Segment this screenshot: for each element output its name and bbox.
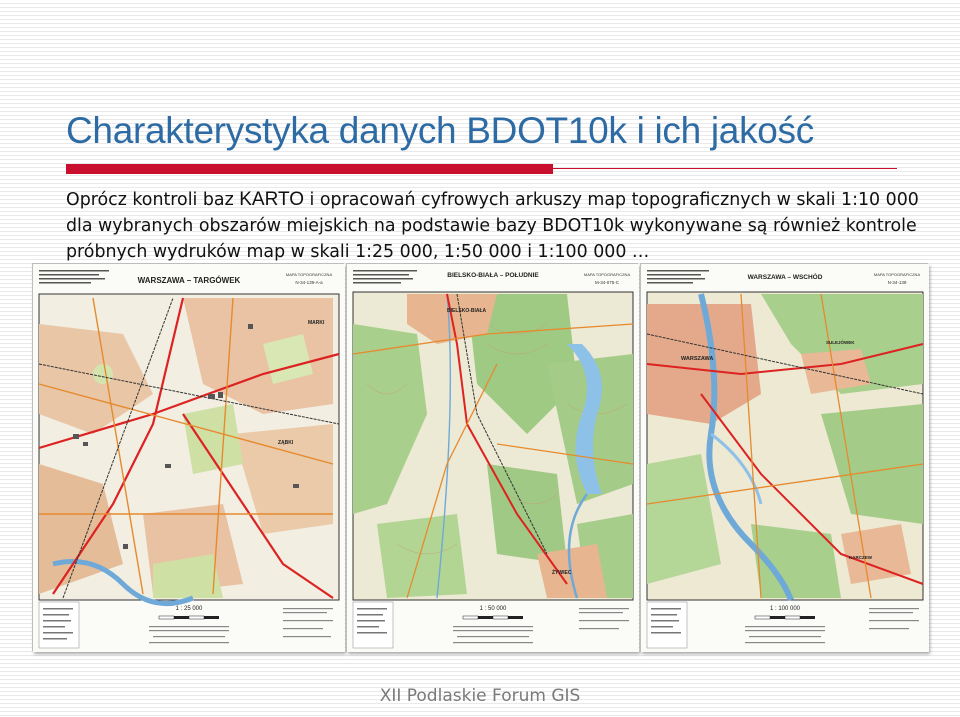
body-keyword-karto: KARTO — [239, 189, 305, 210]
slide-title: Charakterystyka danych BDOT10k i ich jak… — [66, 110, 814, 151]
map3-scale: 1 : 100 000 — [770, 606, 801, 612]
map1-sheet: N-34-139-A-a — [295, 280, 323, 285]
map3-place-karczew: KARCZEW — [849, 555, 873, 560]
map-sheets-image: WARSZAWA – TARGÓWEK MAPA TOPOGRAFICZNA N… — [32, 263, 929, 652]
map3-title: WARSZAWA – WSCHÓD — [748, 272, 823, 281]
map3-sheet: N-34-139 — [888, 280, 907, 285]
title-underline — [66, 162, 897, 176]
body-text-part1: Oprócz kontroli baz — [66, 190, 240, 210]
map-sheet-warszawa-wschod: WARSZAWA – WSCHÓD MAPA TOPOGRAFICZNA N-3… — [640, 263, 929, 652]
body-paragraph: Oprócz kontroli baz KARTO i opracowań cy… — [66, 187, 936, 265]
map3-place-warszawa: WARSZAWA — [681, 356, 713, 362]
title-underline-thick — [66, 164, 553, 174]
map-warszawa-wschod-graphic: WARSZAWA – WSCHÓD MAPA TOPOGRAFICZNA N-3… — [641, 264, 929, 652]
map-bielsko-biala-graphic: BIELSKO-BIAŁA – POŁUDNIE MAPA TOPOGRAFIC… — [347, 264, 639, 652]
map-warszawa-targowek-graphic: WARSZAWA – TARGÓWEK MAPA TOPOGRAFICZNA N… — [33, 264, 345, 652]
map1-title: WARSZAWA – TARGÓWEK — [138, 276, 241, 285]
map2-series: MAPA TOPOGRAFICZNA — [584, 272, 631, 277]
map3-place-sulejowek: SULEJÓWEK — [826, 338, 855, 345]
map1-place-marki: MARKI — [308, 320, 325, 326]
map2-sheet: M-34-075-C — [595, 280, 620, 285]
map1-series: MAPA TOPOGRAFICZNA — [286, 272, 333, 277]
map-sheet-warszawa-targowek: WARSZAWA – TARGÓWEK MAPA TOPOGRAFICZNA N… — [32, 263, 345, 652]
map2-title: BIELSKO-BIAŁA – POŁUDNIE — [447, 272, 539, 279]
map2-scale: 1 : 50 000 — [480, 606, 507, 612]
body-keyword-bdot: BDOT10k — [542, 216, 625, 236]
map3-series: MAPA TOPOGRAFICZNA — [874, 272, 921, 277]
footer-text: XII Podlaskie Forum GIS — [379, 686, 581, 706]
map-sheet-bielsko-biala-poludnie: BIELSKO-BIAŁA – POŁUDNIE MAPA TOPOGRAFIC… — [346, 263, 639, 652]
map2-place-zywiec: ŻYWIEC — [552, 569, 572, 576]
map1-place-zabki: ZĄBKI — [278, 440, 294, 446]
map2-place-bielsko: BIELSKO-BIAŁA — [447, 308, 487, 314]
map1-scale: 1 : 25 000 — [176, 606, 203, 612]
